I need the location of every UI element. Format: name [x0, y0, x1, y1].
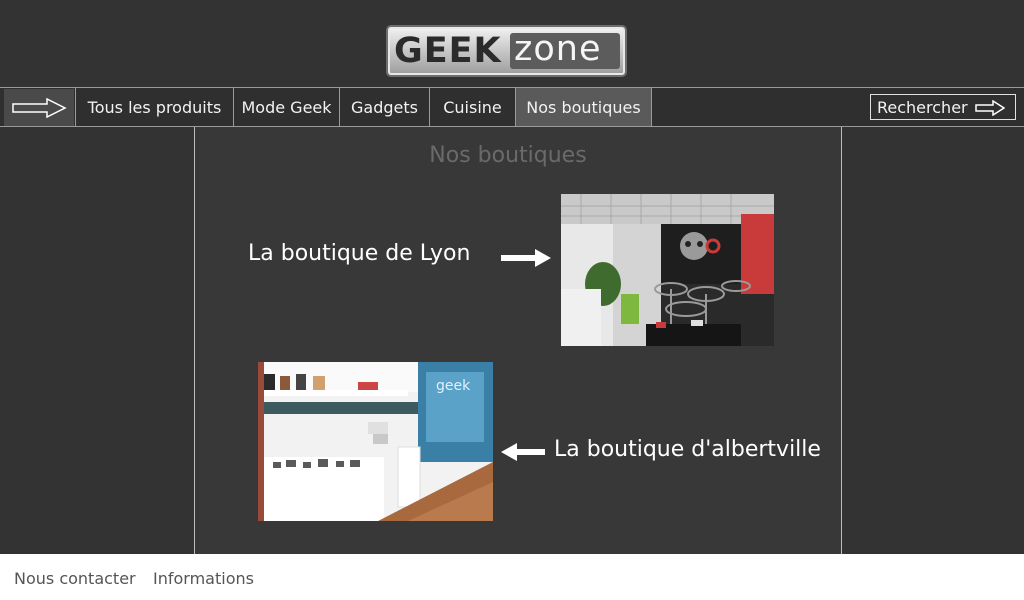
footer: Nous contacter Informations	[0, 554, 1024, 600]
nav-item-tous-les-produits[interactable]: Tous les produits	[75, 88, 233, 126]
nav-item-mode-geek[interactable]: Mode Geek	[233, 88, 339, 126]
arrow-right-icon	[12, 97, 67, 118]
logo-text-geek: GEEK	[394, 31, 502, 71]
arrow-left-icon	[501, 443, 545, 461]
nav-item-nos-boutiques[interactable]: Nos boutiques	[515, 88, 652, 126]
store-label-albertville[interactable]: La boutique d'albertville	[554, 437, 821, 462]
nav-item-cuisine[interactable]: Cuisine	[429, 88, 515, 126]
logo-text-zone: zone	[514, 29, 602, 69]
nav-item-label: Nos boutiques	[526, 97, 641, 117]
svg-text:geek: geek	[436, 378, 471, 394]
search-button-label: Rechercher	[877, 97, 968, 117]
nav-item-label: Gadgets	[351, 97, 418, 117]
nav-item-gadgets[interactable]: Gadgets	[339, 88, 429, 126]
main-navbar: Tous les produits Mode Geek Gadgets Cuis…	[0, 87, 1024, 127]
footer-link-informations[interactable]: Informations	[153, 569, 254, 588]
store-label-lyon[interactable]: La boutique de Lyon	[248, 241, 470, 266]
lyon-store-photo[interactable]	[561, 194, 774, 346]
arrow-right-icon	[975, 100, 1005, 116]
arrow-right-icon	[501, 249, 551, 267]
search-button[interactable]: Rechercher	[870, 94, 1016, 120]
nav-item-label: Tous les produits	[87, 97, 222, 117]
footer-link-contact[interactable]: Nous contacter	[14, 569, 136, 588]
nav-arrow-button[interactable]	[4, 89, 74, 126]
nav-item-label: Mode Geek	[241, 97, 332, 117]
albertville-store-photo[interactable]: geek	[258, 362, 493, 521]
main-panel: Nos boutiques La boutique de Lyon geek L…	[194, 127, 842, 554]
nav-item-label: Cuisine	[443, 97, 502, 117]
geekzone-logo[interactable]: GEEK zone	[386, 25, 627, 77]
page-title: Nos boutiques	[429, 143, 587, 168]
header: GEEK zone	[0, 0, 1024, 87]
logo-zone-box: zone	[510, 29, 620, 69]
